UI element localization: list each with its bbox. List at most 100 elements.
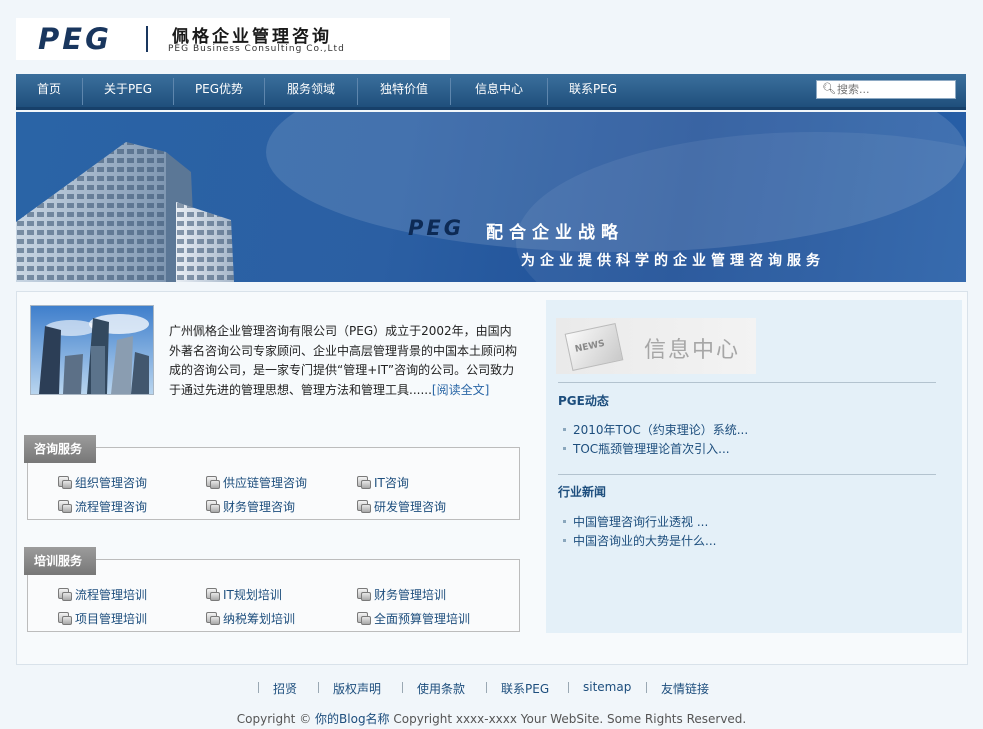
service-link-budget-training[interactable]: 全面预算管理培训	[356, 610, 470, 627]
news-item-label: 中国管理咨询行业透视 ...	[573, 515, 709, 529]
gear-box-icon	[205, 612, 220, 625]
service-link-finance-training[interactable]: 财务管理培训	[356, 586, 446, 603]
nav-item-news[interactable]: 信息中心	[451, 74, 547, 107]
gear-box-icon	[205, 476, 220, 489]
nav-item-services[interactable]: 服务领域	[265, 74, 357, 107]
gear-box-icon	[205, 500, 220, 513]
training-title-text: 培训服务	[34, 554, 83, 568]
nav-item-advantage[interactable]: PEG优势	[174, 74, 264, 107]
nav-item-about[interactable]: 关于PEG	[83, 74, 173, 107]
banner-slogan: 配合企业战略	[486, 223, 624, 243]
service-link-rd-consulting[interactable]: 研发管理咨询	[356, 498, 446, 515]
footer-separator	[318, 682, 319, 693]
training-services-title: 培训服务	[24, 547, 96, 575]
news-item[interactable]: 中国咨询业的大势是什么...	[563, 532, 716, 549]
service-link-tax-training[interactable]: 纳税筹划培训	[205, 610, 295, 627]
service-link-finance-consulting[interactable]: 财务管理咨询	[205, 498, 295, 515]
company-intro: 广州佩格企业管理咨询有限公司（PEG）成立于2002年，由国内外著名咨询公司专家…	[169, 322, 519, 400]
copyright-text: Copyright xxxx-xxxx Your WebSite. Some R…	[393, 712, 747, 726]
search-box[interactable]: 🔍︎	[816, 80, 956, 99]
bullet-icon	[563, 447, 566, 450]
section-title-company-news[interactable]: PGE动态	[558, 392, 609, 409]
service-label: 流程管理咨询	[75, 500, 148, 514]
gear-box-icon	[356, 500, 371, 513]
gear-box-icon	[356, 612, 371, 625]
news-item-label: TOC瓶颈管理理论首次引入...	[573, 442, 730, 456]
site-logo[interactable]: PEG 佩格企业管理咨询 PEG Business Consulting Co.…	[16, 18, 450, 60]
service-label: 全面预算管理培训	[374, 612, 471, 626]
service-label: 组织管理咨询	[75, 476, 148, 490]
copyright-line: Copyright © 你的Blog名称 Copyright xxxx-xxxx…	[0, 710, 983, 727]
news-center-header: NEWS 信息中心	[556, 318, 756, 374]
banner-subtitle: 为企业提供科学的企业管理咨询服务	[521, 253, 825, 269]
news-item[interactable]: 中国管理咨询行业透视 ...	[563, 513, 708, 530]
gear-box-icon	[205, 588, 220, 601]
service-link-it-consulting[interactable]: IT咨询	[356, 474, 409, 491]
building-graphic	[16, 142, 234, 282]
footer-separator	[258, 682, 259, 693]
nav-item-value[interactable]: 独特价值	[358, 74, 450, 107]
service-link-project-training[interactable]: 项目管理培训	[57, 610, 147, 627]
service-link-process-training[interactable]: 流程管理培训	[57, 586, 147, 603]
footer-separator	[646, 682, 647, 693]
read-more-link[interactable]: [阅读全文]	[432, 383, 489, 397]
company-photo	[30, 305, 154, 395]
divider	[558, 474, 936, 475]
footer-link-sitemap[interactable]: sitemap	[583, 680, 631, 694]
bullet-icon	[563, 428, 566, 431]
footer-separator	[402, 682, 403, 693]
search-icon[interactable]: 🔍︎	[822, 82, 836, 95]
service-link-process-consulting[interactable]: 流程管理咨询	[57, 498, 147, 515]
nav-item-home[interactable]: 首页	[16, 74, 82, 107]
nav-item-contact[interactable]: 联系PEG	[548, 74, 638, 107]
bullet-icon	[563, 520, 566, 523]
logo-mark: PEG	[38, 22, 112, 56]
news-badge: NEWS	[574, 338, 606, 355]
consulting-services-title: 咨询服务	[24, 435, 96, 463]
gear-box-icon	[356, 588, 371, 601]
gear-box-icon	[356, 476, 371, 489]
footer-link-copyright[interactable]: 版权声明	[333, 680, 381, 697]
gear-box-icon	[57, 612, 72, 625]
news-center-title: 信息中心	[644, 338, 741, 363]
banner-mark: PEG	[408, 216, 464, 240]
consulting-title-text: 咨询服务	[34, 442, 83, 456]
footer-link-careers[interactable]: 招贤	[273, 680, 297, 697]
footer-link-terms[interactable]: 使用条款	[417, 680, 465, 697]
gear-box-icon	[57, 500, 72, 513]
service-label: 供应链管理咨询	[223, 476, 308, 490]
service-link-it-training[interactable]: IT规划培训	[205, 586, 282, 603]
logo-english-name: PEG Business Consulting Co.,Ltd	[168, 44, 345, 54]
footer-link-contact[interactable]: 联系PEG	[501, 680, 549, 697]
news-item[interactable]: 2010年TOC（约束理论）系统...	[563, 421, 748, 438]
service-label: 纳税筹划培训	[223, 612, 296, 626]
news-item[interactable]: TOC瓶颈管理理论首次引入...	[563, 440, 730, 457]
bullet-icon	[563, 539, 566, 542]
service-label: 项目管理培训	[75, 612, 148, 626]
news-item-label: 2010年TOC（约束理论）系统...	[573, 423, 749, 437]
divider	[558, 382, 936, 383]
service-link-supply-chain[interactable]: 供应链管理咨询	[205, 474, 307, 491]
newspaper-icon: NEWS	[564, 323, 624, 371]
logo-divider	[146, 26, 148, 52]
hero-banner: PEG 配合企业战略 为企业提供科学的企业管理咨询服务	[16, 112, 966, 282]
service-label: IT规划培训	[223, 588, 282, 602]
news-item-label: 中国咨询业的大势是什么...	[573, 534, 717, 548]
blog-name-link[interactable]: 你的Blog名称	[315, 712, 390, 726]
footer-links: 招贤 版权声明 使用条款 联系PEG sitemap 友情链接	[0, 680, 983, 698]
section-title-industry-news[interactable]: 行业新闻	[558, 483, 606, 500]
service-label: 研发管理咨询	[374, 500, 447, 514]
service-label: 财务管理咨询	[223, 500, 296, 514]
service-link-org-consulting[interactable]: 组织管理咨询	[57, 474, 147, 491]
footer-link-friends[interactable]: 友情链接	[661, 680, 709, 697]
gear-box-icon	[57, 588, 72, 601]
footer-separator	[486, 682, 487, 693]
main-nav: 首页 关于PEG PEG优势 服务领域 独特价值 信息中心 联系PEG 🔍︎	[16, 74, 966, 110]
service-label: 财务管理培训	[374, 588, 447, 602]
search-input[interactable]	[837, 81, 952, 98]
service-label: 流程管理培训	[75, 588, 148, 602]
copyright-prefix: Copyright ©	[236, 712, 312, 726]
service-label: IT咨询	[374, 476, 409, 490]
gear-box-icon	[57, 476, 72, 489]
skyscraper-image	[31, 306, 153, 394]
